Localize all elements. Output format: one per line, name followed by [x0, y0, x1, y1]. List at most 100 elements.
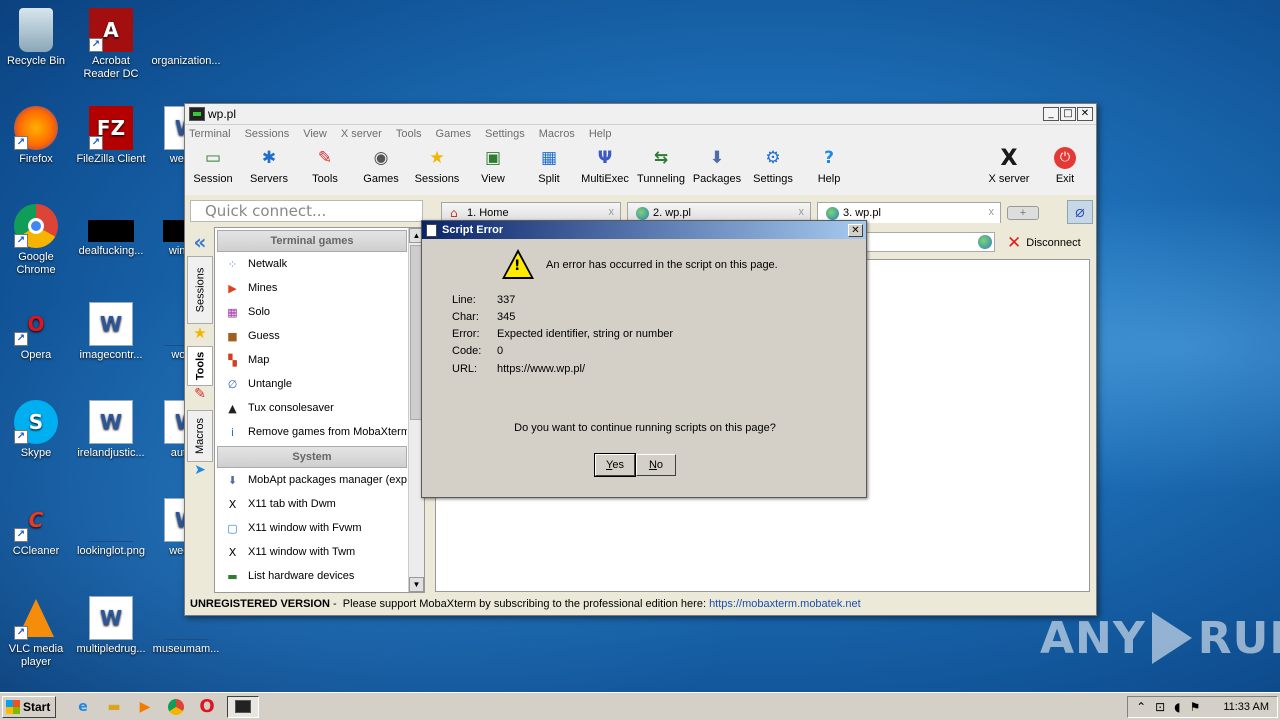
section-system[interactable]: System — [217, 446, 407, 468]
volume-icon[interactable]: ◖ — [1174, 700, 1180, 714]
tab-close-icon[interactable]: x — [989, 206, 995, 218]
minimize-button[interactable]: _ — [1043, 107, 1059, 121]
tab-close-icon[interactable]: x — [799, 206, 805, 218]
toolbar-label: View — [481, 173, 505, 185]
desktop-icon[interactable]: lookinglot.png — [73, 498, 149, 558]
clock[interactable]: 11:33 AM — [1223, 701, 1269, 713]
sidebar-item[interactable]: ▦ Solo — [215, 300, 407, 324]
quick-connect-input[interactable]: Quick connect... — [190, 200, 423, 222]
toolbar-session-button[interactable]: ▭ Session — [185, 146, 241, 185]
sidebar-item[interactable]: ▲ Tux consolesaver — [215, 396, 407, 420]
menu-item-view[interactable]: View — [303, 128, 327, 140]
toolbar-view-button[interactable]: ▣ View — [465, 146, 521, 185]
action-center-flag-icon[interactable]: ⚑ — [1190, 700, 1201, 714]
menu-item-sessions[interactable]: Sessions — [245, 128, 290, 140]
word-doc-icon: W — [89, 596, 133, 640]
tab-close-icon[interactable]: x — [609, 206, 615, 218]
help-icon: ? — [824, 148, 834, 168]
sidebar-item[interactable]: ▶ Mines — [215, 276, 407, 300]
toolbar-label: Settings — [753, 173, 793, 185]
sidebar-item[interactable]: ⁘ Netwalk — [215, 252, 407, 276]
desktop-icon[interactable]: Wirelandjustic... — [73, 400, 149, 460]
ie-taskbar-icon[interactable]: e — [72, 696, 94, 718]
toolbar-games-button[interactable]: ◉ Games — [353, 146, 409, 185]
sidebar-item[interactable]: ▬ List hardware devices — [215, 564, 407, 588]
menu-item-macros[interactable]: Macros — [539, 128, 575, 140]
new-tab-button[interactable]: + — [1007, 206, 1039, 220]
menu-item-help[interactable]: Help — [589, 128, 612, 140]
toolbar-settings-button[interactable]: ⚙ Settings — [745, 146, 801, 185]
no-button[interactable]: No — [636, 454, 676, 476]
desktop-icon[interactable]: VLC media player — [0, 596, 74, 669]
menu-item-tools[interactable]: Tools — [396, 128, 422, 140]
desktop-icon[interactable]: FZ FileZilla Client — [73, 106, 149, 166]
vtab-tools[interactable]: Tools — [187, 346, 213, 386]
sidebar-item[interactable]: ▚ Map — [215, 348, 407, 372]
mobatek-link[interactable]: https://mobaxterm.mobatek.net — [709, 598, 861, 610]
yes-button[interactable]: Yes — [594, 453, 636, 477]
vtab-macros[interactable]: Macros — [187, 410, 213, 462]
window-titlebar[interactable]: wp.pl _ □ ✕ — [185, 104, 1096, 125]
menu-item-x-server[interactable]: X server — [341, 128, 382, 140]
desktop-icon[interactable]: dealfucking... — [73, 204, 149, 258]
toolbar-servers-button[interactable]: ✱ Servers — [241, 146, 297, 185]
desktop-icon[interactable]: S Skype — [0, 400, 74, 460]
attachment-button[interactable]: ⌀ — [1067, 200, 1093, 224]
toolbar-multiexec-button[interactable]: Ψ MultiExec — [577, 146, 633, 185]
menu-item-settings[interactable]: Settings — [485, 128, 525, 140]
desktop-icon[interactable]: Recycle Bin — [0, 8, 74, 68]
tab-label: 2. wp.pl — [653, 207, 691, 219]
opera-taskbar-icon[interactable]: O — [196, 696, 218, 718]
disconnect-button[interactable]: ✕ Disconnect — [1007, 233, 1081, 253]
exit-button[interactable]: ⏻ Exit — [1037, 146, 1093, 185]
network-icon[interactable]: ⊡ — [1155, 700, 1165, 714]
desktop-icon[interactable]: O Opera — [0, 302, 74, 362]
sidebar-item-label: Mines — [248, 282, 278, 294]
start-button[interactable]: Start — [2, 695, 56, 718]
desktop-icon[interactable]: A Acrobat Reader DC — [73, 8, 149, 81]
toolbar-packages-button[interactable]: ⬇ Packages — [689, 146, 745, 185]
toolbar-tunneling-button[interactable]: ⇆ Tunneling — [633, 146, 689, 185]
sidebar-item[interactable]: X X11 window with Twm — [215, 540, 407, 564]
toolbar-sessions-button[interactable]: ★ Sessions — [409, 146, 465, 185]
script-error-dialog[interactable]: Script Error ✕ ! An error has occurred i… — [421, 220, 867, 498]
desktop-icon[interactable]: Wimagecontr... — [73, 302, 149, 362]
send-icon: ➤ — [194, 462, 206, 478]
windows-flag-icon — [6, 699, 20, 714]
sidebar-item[interactable]: ⬇ MobApt packages manager (expe — [215, 468, 407, 492]
section-terminal-games[interactable]: Terminal games — [217, 230, 407, 252]
mobaxterm-taskbar-icon[interactable] — [227, 695, 259, 718]
scroll-down-icon[interactable]: ▼ — [409, 577, 424, 592]
sidebar-item-icon: ▶ — [228, 281, 237, 295]
desktop-icon[interactable]: Google Chrome — [0, 204, 74, 277]
media-player-taskbar-icon[interactable]: ▶ — [134, 696, 156, 718]
maximize-button[interactable]: □ — [1060, 107, 1076, 121]
sidebar-item[interactable]: ∅ Untangle — [215, 372, 407, 396]
sidebar-item[interactable]: X X11 tab with Dwm — [215, 492, 407, 516]
chrome-taskbar-icon[interactable] — [165, 696, 187, 718]
toolbar-tools-button[interactable]: ✎ Tools — [297, 146, 353, 185]
dialog-titlebar[interactable]: Script Error ✕ — [422, 221, 866, 239]
desktop-icon[interactable]: Wmultipledrug... — [73, 596, 149, 656]
sidebar-item[interactable]: ▢ X11 window with Fvwm — [215, 516, 407, 540]
desktop-icon[interactable]: C CCleaner — [0, 498, 74, 558]
close-button[interactable]: ✕ — [1077, 107, 1093, 121]
continue-question: Do you want to continue running scripts … — [514, 422, 776, 434]
sidebar-item[interactable]: ■ Guess — [215, 324, 407, 348]
dialog-close-button[interactable]: ✕ — [848, 223, 863, 237]
desktop-icon[interactable]: organization... — [148, 8, 224, 68]
explorer-taskbar-icon[interactable]: ▬ — [103, 696, 125, 718]
sidebar-item-label: Map — [248, 354, 270, 366]
menu-item-games[interactable]: Games — [436, 128, 471, 140]
menu-item-terminal[interactable]: Terminal — [189, 128, 231, 140]
toolbar-label: Packages — [692, 173, 742, 185]
desktop-icon[interactable]: Firefox — [0, 106, 74, 166]
tray-expand-icon[interactable]: ⌃ — [1136, 700, 1146, 714]
sidebar-item[interactable]: i Remove games from MobaXterm — [215, 420, 407, 444]
toolbar-help-button[interactable]: ? Help — [801, 146, 857, 185]
vtab-sessions[interactable]: Sessions — [187, 256, 213, 324]
toolbar-split-button[interactable]: ▦ Split — [521, 146, 577, 185]
address-field[interactable] — [865, 232, 995, 252]
collapse-sidebar-icon[interactable]: « — [187, 230, 213, 256]
x-server-button[interactable]: X X server — [981, 146, 1037, 186]
